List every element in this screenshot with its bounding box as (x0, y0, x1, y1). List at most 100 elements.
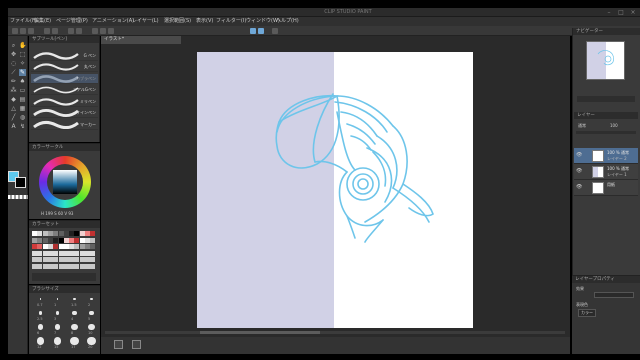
color-swatch[interactable] (90, 257, 96, 262)
saturation-value-square[interactable] (53, 170, 77, 194)
new-icon[interactable] (12, 28, 18, 34)
color-swatch[interactable] (53, 237, 59, 243)
redo-icon[interactable] (52, 28, 58, 34)
page-icon[interactable] (114, 340, 123, 349)
brush-size-option[interactable]: 1 (50, 294, 65, 307)
brush-size-option[interactable]: 1.5 (67, 294, 82, 307)
color-swatch[interactable] (42, 250, 48, 256)
color-circle-tab[interactable]: カラーサークル (29, 144, 100, 151)
brush-size-grid[interactable]: 0.7 1 1.5 2 2.5 3 4 5 6 7 8 10 12 15 17 20 (29, 294, 100, 354)
color-swatch[interactable] (79, 257, 85, 262)
color-swatch[interactable] (53, 250, 59, 256)
fit-view-icon[interactable] (132, 340, 141, 349)
menu-file[interactable]: ファイル(F) (10, 18, 37, 25)
color-swatch[interactable] (53, 263, 59, 269)
color-swatch[interactable] (42, 237, 48, 243)
color-swatch[interactable] (58, 231, 64, 236)
brush-item[interactable]: 丸ペン (31, 62, 98, 72)
eye-icon[interactable]: 👁 (576, 153, 582, 158)
color-swatch[interactable] (90, 263, 96, 269)
color-swatch[interactable] (85, 250, 90, 256)
color-swatch[interactable] (37, 237, 43, 243)
layer-icons-bar[interactable] (576, 131, 636, 134)
color-swatch[interactable] (42, 231, 48, 236)
menu-help[interactable]: ヘルプ(H) (276, 18, 299, 25)
invert-selection-icon[interactable] (100, 28, 106, 34)
color-swatch[interactable] (74, 257, 80, 262)
menu-view[interactable]: 表示(V) (196, 18, 213, 25)
color-swatch[interactable] (58, 237, 64, 243)
color-swatch[interactable] (69, 263, 75, 269)
eye-icon[interactable]: 👁 (576, 185, 582, 190)
navigator-controls[interactable] (577, 96, 635, 102)
menu-filter[interactable]: フィルター(I) (216, 18, 246, 25)
fill-icon[interactable]: ◆ (10, 96, 17, 103)
menu-edit[interactable]: 編集(E) (34, 18, 51, 25)
menu-animation[interactable]: アニメーション(A) (92, 18, 134, 25)
color-swatch[interactable] (53, 231, 59, 236)
layer-tab[interactable]: レイヤー (574, 112, 638, 119)
color-swatch[interactable] (32, 244, 37, 249)
brush-size-option[interactable]: 15 (50, 336, 65, 349)
color-dropdown[interactable]: カラー (578, 309, 596, 317)
color-swatch[interactable] (79, 237, 85, 243)
brush-size-option[interactable]: 12 (33, 336, 48, 349)
color-swatch[interactable] (74, 244, 80, 249)
menu-layer[interactable]: レイヤー(L) (132, 18, 159, 25)
move-icon[interactable]: ✥ (10, 51, 17, 58)
brush-item[interactable]: ミリペン (31, 97, 98, 107)
color-swatch[interactable] (74, 250, 80, 256)
color-swatch[interactable] (53, 257, 59, 262)
open-icon[interactable] (20, 28, 26, 34)
color-swatch[interactable] (32, 250, 37, 256)
color-swatch[interactable] (69, 231, 75, 236)
snap-ruler-icon[interactable] (250, 28, 256, 34)
text-icon[interactable]: A (10, 123, 17, 130)
color-swatch[interactable] (69, 244, 75, 249)
color-swatch[interactable] (79, 250, 85, 256)
layer-row[interactable]: 👁 100 % 通常 レイヤー 2 (574, 148, 638, 164)
brush-size-option[interactable]: 5 (84, 308, 99, 321)
color-swatch[interactable] (32, 257, 37, 262)
color-swatch[interactable] (63, 231, 69, 236)
correct-icon[interactable]: ↯ (19, 123, 26, 130)
color-swatch[interactable] (32, 237, 37, 243)
color-swatch[interactable] (37, 231, 43, 236)
color-swatch[interactable] (47, 250, 53, 256)
clear-icon[interactable] (68, 28, 74, 34)
layer-row[interactable]: 👁 100 % 通常 レイヤー 1 (574, 164, 638, 180)
menu-selection[interactable]: 選択範囲(S) (164, 18, 191, 25)
color-swatch[interactable] (53, 244, 59, 249)
frame-icon[interactable]: ▦ (19, 105, 26, 112)
color-swatch[interactable] (79, 244, 85, 249)
color-swatch[interactable] (69, 237, 75, 243)
minimize-button[interactable]: – (604, 9, 614, 16)
color-swatch[interactable] (32, 231, 37, 236)
brush-size-tab[interactable]: ブラシサイズ (29, 286, 100, 293)
select-icon[interactable]: ⬚ (19, 51, 26, 58)
airbrush-icon[interactable]: ⁂ (10, 87, 17, 94)
color-swatch[interactable] (42, 244, 48, 249)
pencil-icon[interactable]: ✏ (10, 78, 17, 85)
brush-size-option[interactable]: 20 (84, 336, 99, 349)
wand-icon[interactable]: ✧ (19, 60, 26, 67)
figure-icon[interactable]: △ (10, 105, 17, 112)
brush-size-option[interactable]: 8 (67, 322, 82, 335)
transparent-color-swatch[interactable] (8, 195, 28, 199)
color-swatch[interactable] (42, 263, 48, 269)
color-swatch[interactable] (85, 257, 90, 262)
color-swatch[interactable] (85, 231, 90, 236)
brush-item[interactable]: リアルGペン (31, 85, 98, 95)
brush-size-option[interactable]: 3 (50, 308, 65, 321)
background-color-swatch[interactable] (15, 177, 26, 188)
color-swatch[interactable] (90, 244, 96, 249)
hand-icon[interactable]: ✋ (19, 42, 26, 49)
snap-grid-icon[interactable] (258, 28, 264, 34)
eye-icon[interactable]: 👁 (576, 169, 582, 174)
menu-window[interactable]: ウィンドウ(W) (246, 18, 280, 25)
transform-icon[interactable] (76, 28, 82, 34)
deselect-icon[interactable] (92, 28, 98, 34)
color-swatch[interactable] (37, 263, 43, 269)
crop-icon[interactable] (108, 28, 114, 34)
color-swatch[interactable] (74, 237, 80, 243)
